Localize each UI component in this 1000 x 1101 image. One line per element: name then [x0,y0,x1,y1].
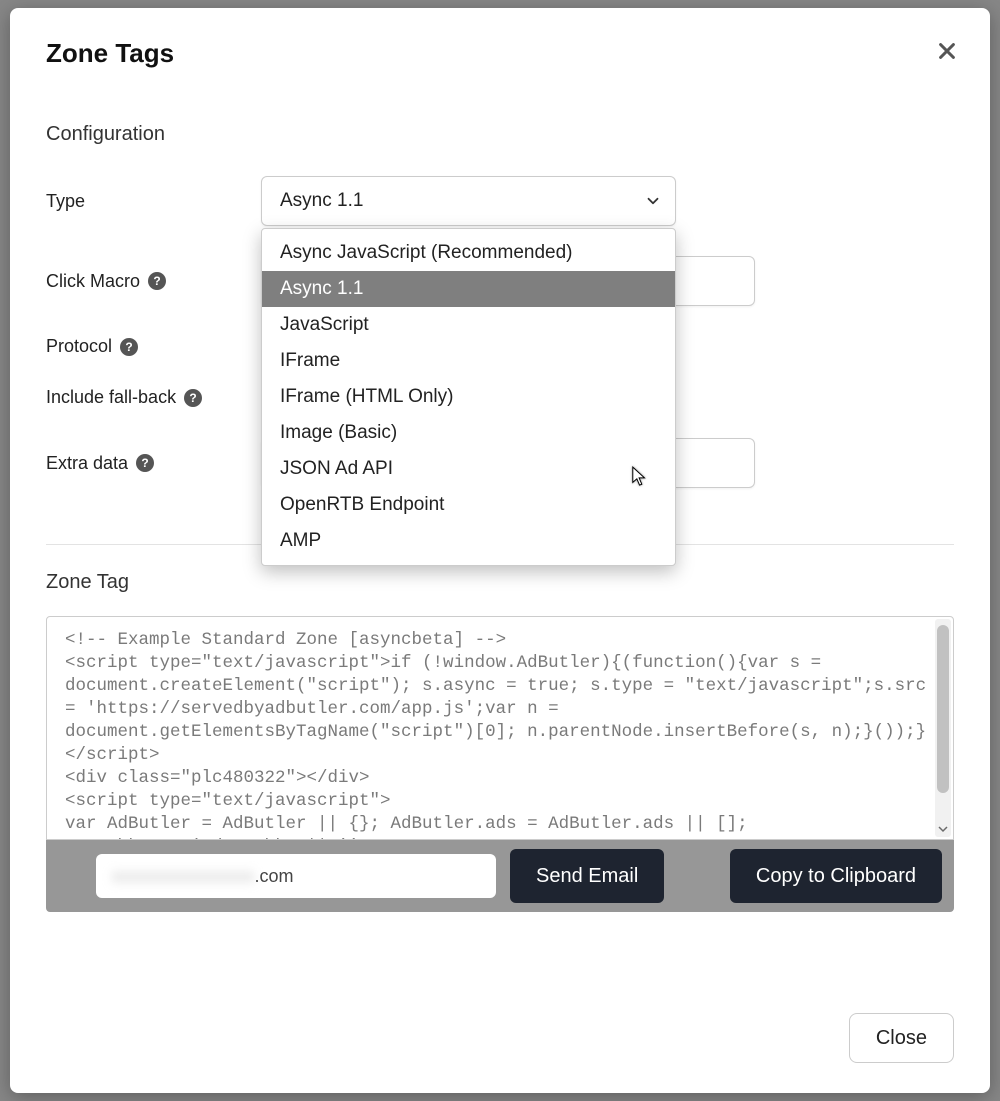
zone-tags-modal: Zone Tags Configuration Type Async 1.1 A… [10,8,990,1093]
close-icon[interactable] [936,40,958,62]
email-suffix: .com [255,866,294,887]
type-dropdown[interactable]: Async JavaScript (Recommended)Async 1.1J… [261,228,676,566]
type-option[interactable]: Async JavaScript (Recommended) [262,235,675,271]
type-label-text: Type [46,191,85,212]
protocol-label: Protocol ? [46,336,261,357]
email-input[interactable]: xxxxxxxxxxxxxxx.com [96,854,496,898]
type-option[interactable]: AMP [262,523,675,559]
type-option[interactable]: Image (Basic) [262,415,675,451]
include-fallback-label-text: Include fall-back [46,387,176,408]
help-icon[interactable]: ? [148,272,166,290]
type-label: Type [46,191,261,212]
help-icon[interactable]: ? [120,338,138,356]
click-macro-label: Click Macro ? [46,271,261,292]
close-button[interactable]: Close [849,1013,954,1063]
type-option[interactable]: JavaScript [262,307,675,343]
help-icon[interactable]: ? [184,389,202,407]
type-row: Type Async 1.1 Async JavaScript (Recomme… [46,176,954,226]
configuration-heading: Configuration [46,123,954,146]
help-icon[interactable]: ? [136,454,154,472]
protocol-label-text: Protocol [46,336,112,357]
chevron-down-icon [644,192,662,210]
include-fallback-label: Include fall-back ? [46,387,202,408]
type-select-value: Async 1.1 [280,190,363,212]
modal-title: Zone Tags [46,38,954,69]
type-select-wrap: Async 1.1 Async JavaScript (Recommended)… [261,176,676,226]
type-option[interactable]: OpenRTB Endpoint [262,487,675,523]
scrollbar-thumb[interactable] [937,625,949,793]
modal-footer: Close [849,1013,954,1063]
zone-tag-code-text: <!-- Example Standard Zone [asyncbeta] -… [65,630,937,840]
zone-tag-heading: Zone Tag [46,571,954,594]
type-option[interactable]: Async 1.1 [262,271,675,307]
type-option[interactable]: IFrame (HTML Only) [262,379,675,415]
zone-tag-code[interactable]: <!-- Example Standard Zone [asyncbeta] -… [46,616,954,840]
scrollbar[interactable] [935,619,951,837]
click-macro-label-text: Click Macro [46,271,140,292]
type-option[interactable]: JSON Ad API [262,451,675,487]
copy-clipboard-button[interactable]: Copy to Clipboard [730,849,942,903]
action-bar: xxxxxxxxxxxxxxx.com Send Email Copy to C… [46,840,954,912]
type-option[interactable]: IFrame [262,343,675,379]
extra-data-label-text: Extra data [46,453,128,474]
send-email-button[interactable]: Send Email [510,849,664,903]
scroll-down-icon[interactable] [935,821,951,837]
email-hidden: xxxxxxxxxxxxxxx [112,866,255,887]
type-select[interactable]: Async 1.1 [261,176,676,226]
extra-data-label: Extra data ? [46,453,261,474]
